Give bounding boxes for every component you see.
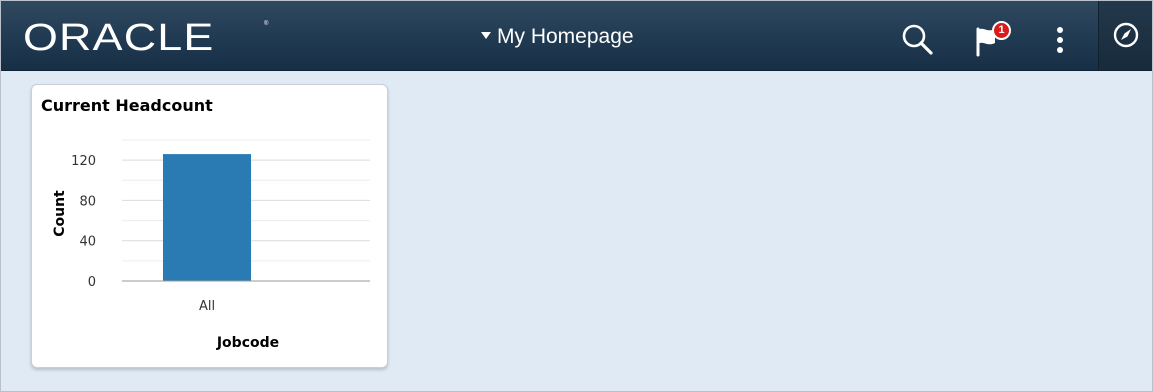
more-vertical-icon: [1057, 27, 1063, 33]
x-axis-title: Jobcode: [216, 335, 279, 351]
header-banner: ORACLE ® My Homepage 1: [1, 1, 1152, 71]
oracle-logo[interactable]: ORACLE: [23, 19, 214, 57]
registered-mark: ®: [264, 21, 269, 27]
page-title: My Homepage: [497, 25, 634, 48]
x-tick-label: All: [199, 299, 215, 314]
search-icon: [902, 24, 933, 55]
y-axis-title: Count: [52, 190, 68, 237]
navbar-region: [1098, 1, 1152, 70]
more-vertical-icon: [1057, 47, 1063, 53]
y-tick-label: 0: [88, 275, 96, 290]
more-vertical-icon: [1057, 37, 1063, 43]
chart-bar: [163, 154, 251, 281]
y-tick-label: 40: [79, 235, 96, 250]
y-tick-label: 80: [79, 194, 96, 209]
search-button[interactable]: [901, 23, 935, 57]
y-tick-label: 120: [71, 154, 96, 169]
caret-down-icon: [481, 31, 491, 39]
headcount-tile[interactable]: Current Headcount 0 40 80 120 All Jobcode Coun…: [31, 84, 388, 368]
app-window: ORACLE ® My Homepage 1 Current Headcount…: [0, 0, 1153, 392]
compass-icon: [1113, 22, 1139, 48]
headcount-chart: 0 40 80 120 All Jobcode Count: [52, 139, 370, 351]
navbar-button[interactable]: [1112, 21, 1140, 49]
notifications-button[interactable]: 1: [974, 21, 1018, 59]
homepage-selector[interactable]: My Homepage: [481, 25, 634, 49]
actions-menu-button[interactable]: [1053, 23, 1069, 59]
notification-badge: 1: [992, 21, 1011, 40]
